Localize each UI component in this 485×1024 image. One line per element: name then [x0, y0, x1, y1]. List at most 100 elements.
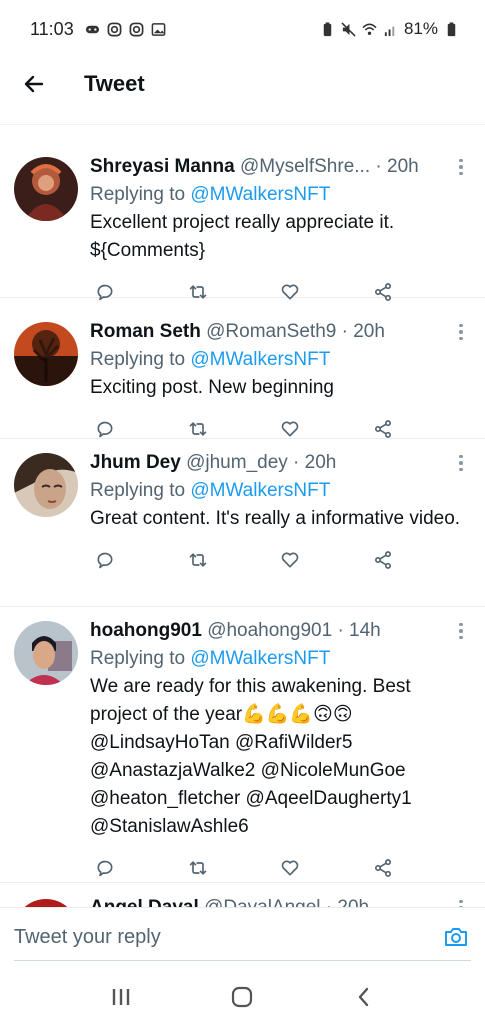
separator-dot: · [293, 452, 300, 473]
replying-to: Replying to @MWalkersNFT [90, 346, 467, 374]
reply-tweet[interactable]: Angel Daval @DavalAngel · 20h [0, 883, 485, 907]
gallery-icon [151, 22, 166, 36]
battery-icon [447, 21, 456, 36]
recent-apps-icon [112, 988, 130, 1005]
home-icon [232, 986, 253, 1007]
more-options-button[interactable] [451, 896, 471, 907]
battery-saver-icon [323, 21, 332, 36]
like-button[interactable] [279, 418, 301, 440]
replying-to-link[interactable]: @MWalkersNFT [190, 349, 330, 370]
share-button[interactable] [372, 418, 394, 440]
tweet-time[interactable]: 14h [349, 620, 381, 641]
reply-button[interactable] [94, 549, 116, 571]
back-icon [358, 987, 369, 1006]
mute-icon [341, 21, 356, 37]
author-handle[interactable]: @jhum_dey [186, 452, 288, 473]
more-options-button[interactable] [451, 320, 471, 344]
replying-prefix: Replying to [90, 648, 191, 669]
back-button[interactable] [14, 64, 54, 104]
instagram-icon [107, 22, 122, 36]
tweet-mentions[interactable]: @LindsayHoTan @RafiWilder5 @AnastazjaWal… [90, 729, 467, 841]
signal-icon [384, 26, 395, 36]
comment-icon [97, 421, 113, 438]
tweet-meta: Angel Daval @DavalAngel · 20h [90, 894, 467, 907]
more-options-button[interactable] [451, 451, 471, 475]
tweet-text: Great content. It's really a informative… [90, 508, 461, 529]
tweet-time[interactable]: 20h [353, 321, 385, 342]
avatar[interactable] [14, 157, 78, 221]
tweet-time[interactable]: 20h [337, 897, 369, 907]
comment-icon [97, 860, 113, 877]
reply-input[interactable]: Tweet your reply [14, 926, 161, 949]
battery-level: 81% [403, 19, 438, 38]
tweet-actions [94, 418, 394, 440]
separator-dot: · [326, 897, 332, 907]
avatar[interactable] [14, 453, 78, 517]
replying-to-link[interactable]: @MWalkersNFT [190, 184, 330, 205]
share-icon [374, 420, 391, 438]
separator-dot: · [375, 156, 382, 177]
replying-prefix: Replying to [90, 349, 191, 370]
status-bar: 11:03 81% [0, 0, 485, 58]
replying-to-link[interactable]: @MWalkersNFT [190, 480, 330, 501]
replying-to-link[interactable]: @MWalkersNFT [190, 648, 330, 669]
tweet-time[interactable]: 20h [305, 452, 337, 473]
like-button[interactable] [279, 549, 301, 571]
author-handle[interactable]: @hoahong901 [207, 620, 332, 641]
avatar[interactable] [14, 322, 78, 386]
author-handle[interactable]: @DavalAngel [204, 897, 320, 907]
reply-bar: Tweet your reply [0, 907, 485, 969]
reply-tweet[interactable]: Roman Seth @RomanSeth9 · 20h Replying to… [0, 298, 485, 439]
share-button[interactable] [372, 857, 394, 879]
share-icon [374, 551, 391, 569]
back-nav-button[interactable] [349, 982, 379, 1012]
heart-icon [282, 552, 299, 568]
wifi-icon [362, 23, 377, 35]
author-name[interactable]: Jhum Dey [90, 452, 181, 473]
tweet-meta: hoahong901 @hoahong901 · 14h [90, 617, 467, 645]
retweet-icon [189, 553, 206, 567]
author-name[interactable]: Angel Daval [90, 897, 199, 907]
more-options-button[interactable] [451, 619, 471, 643]
retweet-button[interactable] [187, 549, 209, 571]
header: Tweet [0, 58, 485, 110]
reply-tweet[interactable]: Shreyasi Manna @MyselfShre... · 20h Repl… [0, 125, 485, 301]
author-handle[interactable]: @MyselfShre... [240, 156, 370, 177]
author-name[interactable]: Shreyasi Manna [90, 156, 235, 177]
avatar[interactable] [14, 621, 78, 685]
status-time: 11:03 [30, 18, 74, 39]
instagram-icon [129, 22, 144, 36]
avatar[interactable] [14, 899, 78, 907]
reply-feed[interactable]: Shreyasi Manna @MyselfShre... · 20h Repl… [0, 110, 485, 907]
tweet-meta: Roman Seth @RomanSeth9 · 20h [90, 318, 467, 346]
retweet-button[interactable] [187, 857, 209, 879]
reply-tweet[interactable]: Jhum Dey @jhum_dey · 20h Replying to @MW… [0, 439, 485, 607]
tweet-meta: Shreyasi Manna @MyselfShre... · 20h [90, 153, 467, 181]
reply-input-underline [14, 960, 471, 961]
retweet-icon [189, 861, 206, 875]
share-icon [374, 859, 391, 877]
reply-tweet[interactable]: hoahong901 @hoahong901 · 14h Replying to… [0, 607, 485, 883]
replying-prefix: Replying to [90, 480, 191, 501]
tweet-text: We are ready for this awakening. Best pr… [90, 676, 411, 725]
reply-button[interactable] [94, 418, 116, 440]
author-handle[interactable]: @RomanSeth9 [206, 321, 336, 342]
tweet-meta: Jhum Dey @jhum_dey · 20h [90, 449, 467, 477]
author-name[interactable]: hoahong901 [90, 620, 202, 641]
retweet-icon [189, 422, 206, 436]
author-name[interactable]: Roman Seth [90, 321, 201, 342]
camera-icon[interactable] [443, 924, 469, 950]
more-options-button[interactable] [451, 155, 471, 179]
system-nav-bar [0, 969, 485, 1024]
reply-button[interactable] [94, 857, 116, 879]
tweet-time[interactable]: 20h [387, 156, 419, 177]
replying-to: Replying to @MWalkersNFT [90, 645, 467, 673]
home-button[interactable] [227, 982, 257, 1012]
replying-prefix: Replying to [90, 184, 191, 205]
arrow-left-icon [24, 75, 44, 93]
like-button[interactable] [279, 857, 301, 879]
recent-apps-button[interactable] [106, 982, 136, 1012]
tweet-text: Excellent project really appreciate it. … [90, 212, 395, 261]
share-button[interactable] [372, 549, 394, 571]
retweet-button[interactable] [187, 418, 209, 440]
